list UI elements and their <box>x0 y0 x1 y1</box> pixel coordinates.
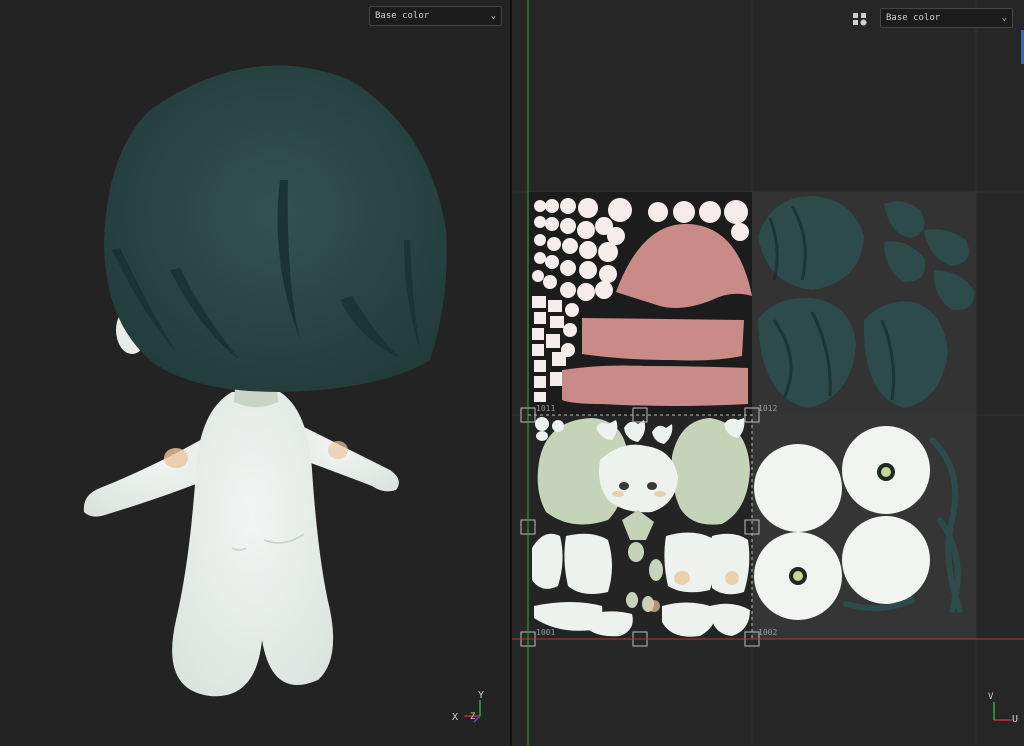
channel-dropdown-3d[interactable]: Base color ⌄ <box>369 6 502 26</box>
axis-u-label: U <box>1012 714 1019 725</box>
udim-label-1001: 1001 <box>536 628 556 637</box>
axis-gizmo-3d: X Y Z <box>452 690 492 730</box>
axis-y-label: Y <box>478 690 485 701</box>
chevron-down-icon: ⌄ <box>1001 13 1007 23</box>
chevron-down-icon: ⌄ <box>490 11 496 21</box>
uv-island-face-front <box>599 444 678 513</box>
channel-dropdown-3d-value: Base color <box>375 11 430 21</box>
axis-x-label: X <box>452 712 459 723</box>
viewport-3d[interactable]: Base color ⌄ X Y Z <box>0 0 510 746</box>
axis-gizmo-uv: V U <box>986 692 1022 728</box>
viewport-uv[interactable]: 1011 1012 1001 1002 Base color ⌄ V U <box>512 0 1024 746</box>
axis-v-label: V <box>988 692 994 702</box>
udim-label-1011: 1011 <box>536 404 556 413</box>
udim-label-1002: 1002 <box>758 628 778 637</box>
channel-dropdown-uv[interactable]: Base color ⌄ <box>880 8 1013 28</box>
uv-island-mouth-bottom <box>562 365 748 406</box>
udim-label-1012: 1012 <box>758 404 778 413</box>
display-settings-icon[interactable] <box>852 11 868 27</box>
axis-z-label: Z <box>470 712 476 722</box>
uv-island-mouth-middle <box>582 318 744 361</box>
character-model <box>83 65 447 697</box>
hair <box>104 65 447 393</box>
channel-dropdown-uv-value: Base color <box>886 13 941 23</box>
